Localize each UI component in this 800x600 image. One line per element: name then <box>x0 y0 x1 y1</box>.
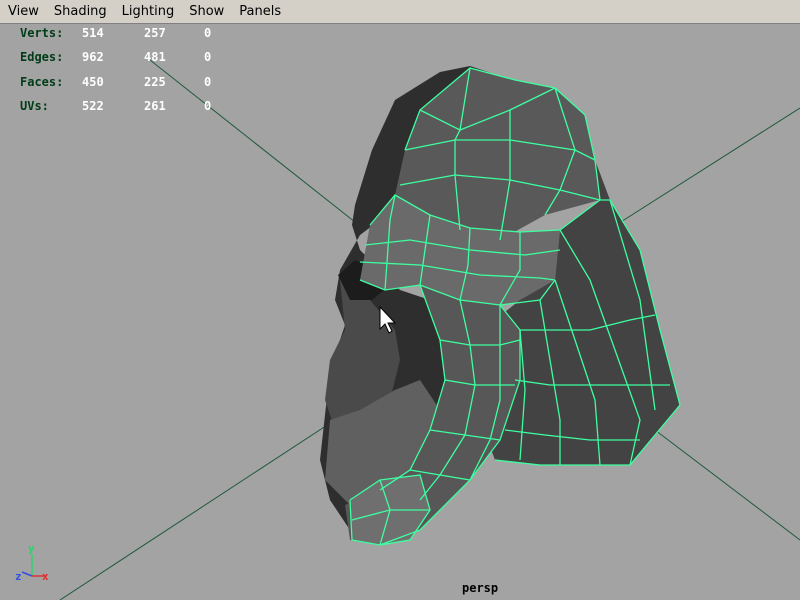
grid-line <box>59 417 339 600</box>
axis-gizmo: y x z <box>15 542 49 583</box>
grid-line <box>149 59 356 223</box>
hud-value: 522 <box>82 99 104 113</box>
hud-value: 0 <box>204 26 212 40</box>
hud-label: UVs: <box>20 99 49 113</box>
menu-view[interactable]: View <box>0 0 46 24</box>
scene-canvas <box>59 59 800 600</box>
hud-value: 0 <box>204 75 212 89</box>
hud-label: Verts: <box>20 26 64 40</box>
menu-show[interactable]: Show <box>181 0 231 24</box>
camera-name-label: persp <box>462 581 499 595</box>
grid-line <box>604 107 800 233</box>
hud-value: 257 <box>144 26 166 40</box>
menu-panels[interactable]: Panels <box>231 0 288 24</box>
menu-bar: View Shading Lighting Show Panels <box>0 0 800 24</box>
hud-value: 261 <box>144 99 166 113</box>
axis-y-label: y <box>28 542 35 555</box>
grid-line <box>654 429 800 541</box>
hud-value: 0 <box>204 99 212 113</box>
hud-value: 450 <box>82 75 104 89</box>
menu-shading[interactable]: Shading <box>46 0 114 24</box>
hud-value: 481 <box>144 50 166 64</box>
hud-value: 962 <box>82 50 104 64</box>
axis-z-label: z <box>15 570 22 583</box>
menu-lighting[interactable]: Lighting <box>114 0 182 24</box>
axis-x-label: x <box>42 570 49 583</box>
viewport-3d[interactable]: Verts: 514 257 0 Edges: 962 481 0 Faces:… <box>0 24 800 600</box>
hud-value: 225 <box>144 75 166 89</box>
hud-value: 0 <box>204 50 212 64</box>
hud-value: 514 <box>82 26 104 40</box>
hud-label: Faces: <box>20 75 64 89</box>
axis-z-line <box>21 571 33 577</box>
hud-label: Edges: <box>20 50 64 64</box>
